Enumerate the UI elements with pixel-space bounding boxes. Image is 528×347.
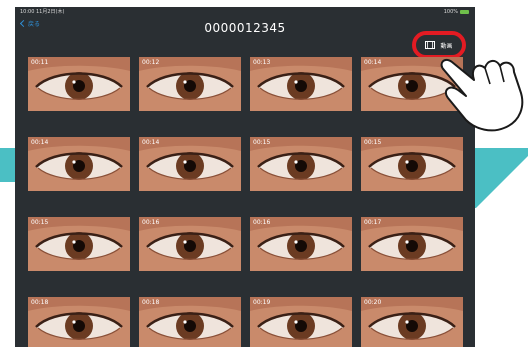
thumbnail-item[interactable]: 00:16	[139, 217, 241, 271]
status-time: 10:00 11月2日(木)	[20, 9, 65, 15]
thumbnail-item[interactable]: 00:12	[139, 57, 241, 111]
tablet-screen: 10:00 11月2日(木) 100% 戻る 0000012345 動画 00:…	[15, 7, 475, 347]
status-battery: 100%	[444, 7, 469, 17]
thumbnail-timestamp: 00:19	[253, 299, 271, 306]
thumbnail-item[interactable]: 00:15	[250, 137, 352, 191]
thumbnail-timestamp: 00:14	[364, 59, 382, 66]
thumbnail-item[interactable]: 00:19	[250, 297, 352, 347]
thumbnail-item[interactable]: 00:11	[28, 57, 130, 111]
thumbnail-item[interactable]: 00:16	[250, 217, 352, 271]
thumbnail-timestamp: 00:15	[364, 139, 382, 146]
thumbnail-item[interactable]: 00:20	[361, 297, 463, 347]
thumbnail-timestamp: 00:16	[142, 219, 160, 226]
thumbnail-timestamp: 00:18	[31, 299, 49, 306]
thumbnail-timestamp: 00:14	[31, 139, 49, 146]
thumbnail-timestamp: 00:15	[31, 219, 49, 226]
decorative-band-right	[470, 148, 528, 208]
thumbnail-timestamp: 00:15	[253, 139, 271, 146]
thumbnail-item[interactable]: 00:14	[28, 137, 130, 191]
thumbnail-timestamp: 00:18	[142, 299, 160, 306]
thumbnail-timestamp: 00:13	[253, 59, 271, 66]
thumbnail-timestamp: 00:14	[142, 139, 160, 146]
thumbnail-timestamp: 00:11	[31, 59, 49, 66]
thumbnail-item[interactable]: 00:18	[139, 297, 241, 347]
pointing-hand-icon	[440, 58, 524, 132]
thumbnail-item[interactable]: 00:15	[361, 137, 463, 191]
battery-icon	[460, 10, 469, 14]
thumbnail-item[interactable]: 00:18	[28, 297, 130, 347]
thumbnail-timestamp: 00:17	[364, 219, 382, 226]
thumbnail-item[interactable]: 00:15	[28, 217, 130, 271]
thumbnail-timestamp: 00:16	[253, 219, 271, 226]
battery-percent: 100%	[443, 9, 458, 15]
thumbnail-timestamp: 00:12	[142, 59, 160, 66]
thumbnail-item[interactable]: 00:14	[139, 137, 241, 191]
thumbnail-timestamp: 00:20	[364, 299, 382, 306]
thumbnail-item[interactable]: 00:13	[250, 57, 352, 111]
page-title: 0000012345	[204, 21, 286, 35]
thumbnail-item[interactable]: 00:17	[361, 217, 463, 271]
status-bar: 10:00 11月2日(木) 100%	[15, 7, 475, 17]
